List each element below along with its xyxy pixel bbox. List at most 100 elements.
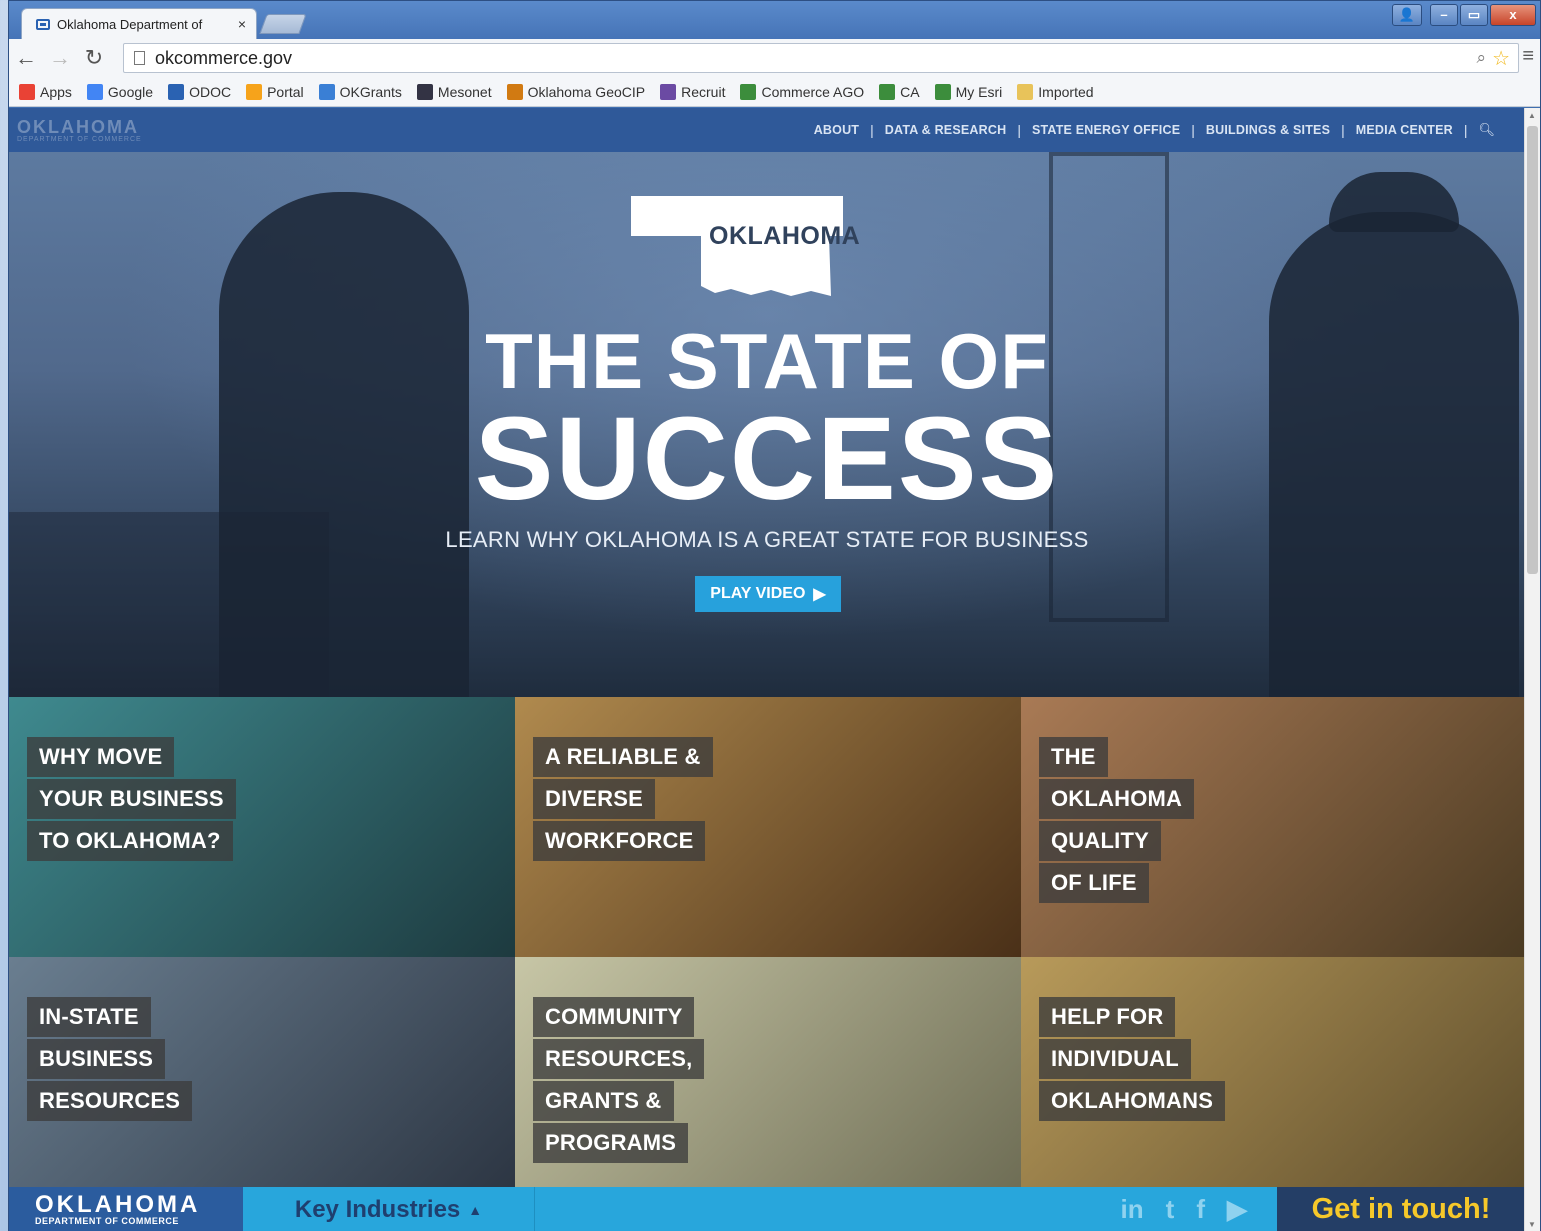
feature-tile[interactable]: WHY MOVE YOUR BUSINESS TO OKLAHOMA? [9,697,515,957]
address-bar[interactable]: okcommerce.gov ⌕ ☆ [123,43,1519,73]
logo-subtitle: DEPARTMENT OF COMMERCE [17,135,142,143]
tile-caption: HELP FOR INDIVIDUAL OKLAHOMANS [1039,997,1226,1123]
tile-caption-line: WORKFORCE [533,821,706,861]
search-icon[interactable]: 🔍︎ [1478,122,1495,138]
site-header: OKLAHOMA DEPARTMENT OF COMMERCE ABOUT | DA… [9,108,1525,152]
tile-caption-line: GRANTS & [533,1081,674,1121]
user-profile-icon[interactable]: 👤 [1392,4,1422,26]
bookmark-item[interactable]: Google [86,83,153,100]
odoc-icon [168,83,185,100]
minimize-button[interactable]: – [1430,4,1458,26]
globe-icon [740,83,757,100]
tile-caption-line: OKLAHOMANS [1039,1081,1226,1121]
nav-link[interactable]: MEDIA CENTER [1356,123,1453,137]
scrollbar-thumb[interactable] [1527,126,1538,574]
get-in-touch-button[interactable]: Get in touch! [1277,1187,1525,1231]
nav-separator: | [1191,122,1195,138]
hero-headline-2: SUCCESS [474,393,1060,525]
scroll-up-icon[interactable]: ▲ [1528,111,1536,120]
footer-logo-subtitle: DEPARTMENT OF COMMERCE [35,1216,179,1226]
folder-icon [1017,83,1034,100]
play-video-label: PLAY VIDEO [710,585,806,602]
feature-tile[interactable]: HELP FOR INDIVIDUAL OKLAHOMANS [1021,957,1525,1217]
bookmark-item[interactable]: Mesonet [416,83,492,100]
tile-caption-line: COMMUNITY [533,997,695,1037]
window-controls: 👤 – ▭ x [1392,4,1536,26]
hardhat-silhouette [1329,172,1459,232]
tile-caption: IN-STATE BUSINESS RESOURCES [27,997,193,1123]
bookmark-item[interactable]: CA [879,83,920,100]
close-window-button[interactable]: x [1490,4,1536,26]
bookmark-item[interactable]: Portal [246,83,304,100]
bookmark-item[interactable]: Oklahoma GeoCIP [506,83,645,100]
tab-close-icon[interactable]: × [238,16,246,32]
tile-caption-line: PROGRAMS [533,1123,689,1163]
new-tab-button[interactable] [259,14,307,34]
nav-separator: | [1341,122,1345,138]
tile-caption: COMMUNITY RESOURCES, GRANTS & PROGRAMS [533,997,705,1165]
tile-caption-line: OKLAHOMA [1039,779,1195,819]
site-logo[interactable]: OKLAHOMA DEPARTMENT OF COMMERCE [17,118,142,143]
bookmark-item[interactable]: ODOC [168,83,231,100]
tile-caption-line: TO OKLAHOMA? [27,821,233,861]
browser-tab[interactable]: Oklahoma Department of × [21,8,257,39]
youtube-icon[interactable]: ▶ [1227,1194,1247,1225]
back-arrow-icon[interactable]: ← [9,45,43,71]
hero-headline-1: THE STATE OF [485,317,1049,405]
feature-tile[interactable]: COMMUNITY RESOURCES, GRANTS & PROGRAMS [515,957,1021,1217]
scroll-down-icon[interactable]: ▼ [1528,1220,1536,1229]
hero-banner: OKLAHOMA THE STATE OF SUCCESS LEARN WHY … [9,152,1525,697]
page-scrollbar[interactable]: ▲ ▼ [1524,108,1540,1231]
key-industries-toggle[interactable]: Key Industries ▲ [243,1187,535,1231]
bookmark-label: My Esri [955,83,1003,100]
tile-caption-line: QUALITY [1039,821,1161,861]
tile-caption: THE OKLAHOMA QUALITY OF LIFE [1039,737,1195,905]
feature-tile[interactable]: A RELIABLE & DIVERSE WORKFORCE [515,697,1021,957]
twitter-icon[interactable]: t [1166,1194,1175,1225]
nav-link[interactable]: ABOUT [814,123,859,137]
browser-window: Oklahoma Department of × 👤 – ▭ x ← → ↻ o… [8,0,1541,1231]
logo-wordmark: OKLAHOMA [17,116,139,137]
tile-caption-line: A RELIABLE & [533,737,713,777]
nav-link[interactable]: BUILDINGS & SITES [1206,123,1330,137]
tile-caption-line: INDIVIDUAL [1039,1039,1191,1079]
mesonet-icon [416,83,433,100]
oklahoma-badge-text: OKLAHOMA [709,222,861,250]
feature-tile[interactable]: THE OKLAHOMA QUALITY OF LIFE [1021,697,1525,957]
bookmark-label: OKGrants [339,83,402,100]
chrome-menu-icon[interactable]: ≡ [1522,45,1534,68]
bookmark-item[interactable]: Imported [1017,83,1094,100]
feature-tile[interactable]: IN-STATE BUSINESS RESOURCES [9,957,515,1217]
bookmark-item[interactable]: Recruit [660,83,726,100]
play-video-button[interactable]: PLAY VIDEO ▶ [695,576,841,612]
social-links: in t f ▶ [1121,1194,1247,1225]
nav-link[interactable]: DATA & RESEARCH [885,123,1007,137]
maximize-button[interactable]: ▭ [1460,4,1488,26]
forward-arrow-icon[interactable]: → [43,45,77,71]
tile-caption: A RELIABLE & DIVERSE WORKFORCE [533,737,713,863]
reload-icon[interactable]: ↻ [77,45,111,71]
zoom-icon[interactable]: ⌕ [1477,48,1487,68]
linkedin-icon[interactable]: in [1121,1194,1144,1225]
bookmark-label: Recruit [681,83,726,100]
tile-caption-line: IN-STATE [27,997,151,1037]
nav-link[interactable]: STATE ENERGY OFFICE [1032,123,1180,137]
odoc-favicon-icon [36,18,50,30]
ie-icon [318,83,335,100]
caret-up-icon: ▲ [468,1201,483,1218]
bookmark-item[interactable]: Apps [19,83,72,100]
bookmark-item[interactable]: My Esri [934,83,1003,100]
facebook-icon[interactable]: f [1196,1194,1205,1225]
footer-logo[interactable]: OKLAHOMA DEPARTMENT OF COMMERCE [9,1187,243,1231]
bookmark-label: Portal [267,83,304,100]
tile-caption-line: RESOURCES [27,1081,193,1121]
key-industries-label: Key Industries [294,1195,461,1223]
nav-separator: | [870,122,874,138]
hero-subheadline: LEARN WHY OKLAHOMA IS A GREAT STATE FOR … [445,527,1089,552]
feature-tiles: WHY MOVE YOUR BUSINESS TO OKLAHOMA? A RELIA… [9,697,1525,1217]
page-icon [134,51,145,65]
url-text[interactable]: okcommerce.gov [155,48,1477,69]
bookmark-star-icon[interactable]: ☆ [1492,46,1510,71]
bookmark-item[interactable]: OKGrants [318,83,402,100]
bookmark-item[interactable]: Commerce AGO [740,83,864,100]
